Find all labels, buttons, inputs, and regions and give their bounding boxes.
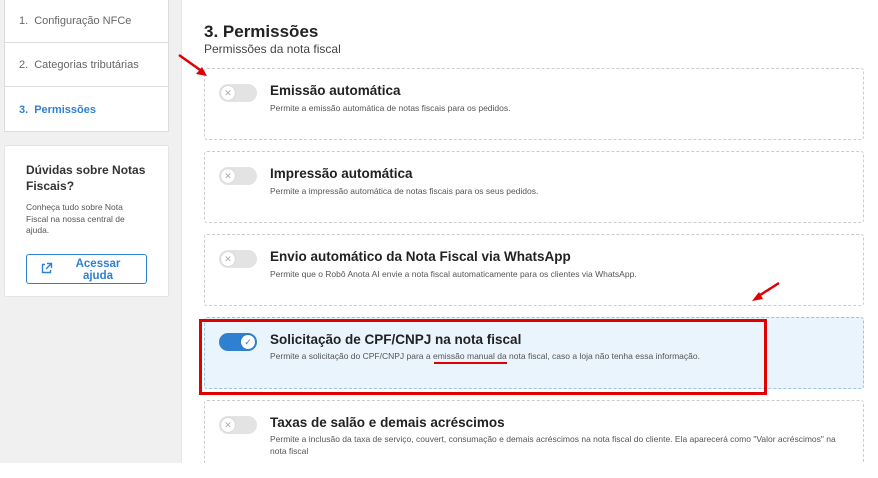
emissao-automatica-toggle[interactable]: ✕ [219,84,257,102]
external-link-icon [40,262,53,278]
permission-description: Permite a emissão automática de notas fi… [270,103,511,113]
red-arrow-icon [178,53,207,76]
envio-whatsapp-toggle[interactable]: ✕ [219,250,257,268]
solicitacao-cpf-cnpj-toggle[interactable]: ✓ [219,333,257,351]
permission-card-emissao-automatica: ✕ Emissão automática Permite a emissão a… [204,68,864,140]
access-help-label: Acessar ajuda [75,258,121,282]
bottom-strip [0,463,878,478]
help-card: Dúvidas sobre Notas Fiscais? Conheça tud… [4,145,169,297]
step-label: Categorias tributárias [34,59,139,71]
toggle-on-check-icon: ✓ [241,335,255,349]
permission-description: Permite a impressão automática de notas … [270,186,539,196]
description-after: da nota fiscal, caso a loja não tenha es… [494,351,700,361]
page-title: 3. Permissões [204,22,319,41]
steps-nav: 1. Configuração NFCe 2. Categorias tribu… [4,0,169,132]
permission-card-taxas-salao: ✕ Taxas de salão e demais acréscimos Per… [204,400,864,470]
page-subtitle: Permissões da nota fiscal [204,42,341,56]
toggle-off-icon: ✕ [221,169,235,183]
toggle-off-icon: ✕ [221,252,235,266]
permission-card-solicitacao-cpf-cnpj: ✓ Solicitação de CPF/CNPJ na nota fiscal… [204,317,864,389]
permission-title: Envio automático da Nota Fiscal via What… [270,249,571,264]
permission-description: Permite a solicitação do CPF/CNPJ para a… [270,350,850,362]
description-before: Permite a solicitação do CPF/CNPJ para a [270,351,433,361]
permission-title: Emissão automática [270,83,401,98]
step-number: 2. [19,59,29,71]
impressao-automatica-toggle[interactable]: ✕ [219,167,257,185]
toggle-off-icon: ✕ [221,86,235,100]
step-label: Permissões [34,103,96,116]
step-categorias-tributarias[interactable]: 2. Categorias tributárias [5,44,168,87]
main-panel: 3. Permissões Permissões da nota fiscal … [181,0,878,470]
step-number: 3. [19,103,29,116]
step-configuracao-nfce[interactable]: 1. Configuração NFCe [5,0,168,43]
permission-title: Solicitação de CPF/CNPJ na nota fiscal [270,332,522,347]
help-text: Conheça tudo sobre Nota Fiscal na nossa … [26,202,125,235]
toggle-off-icon: ✕ [221,418,235,432]
taxas-salao-toggle[interactable]: ✕ [219,416,257,434]
red-arrow-icon [752,281,780,301]
underline-annotation [434,362,507,364]
step-permissoes[interactable]: 3. Permissões [5,88,168,131]
permission-card-impressao-automatica: ✕ Impressão automática Permite a impress… [204,151,864,223]
step-number: 1. [19,15,29,27]
access-help-button[interactable]: Acessar ajuda [26,254,147,284]
app-frame: 1. Configuração NFCe 2. Categorias tribu… [0,0,878,470]
description-highlight: emissão manual [432,351,495,361]
step-label: Configuração NFCe [34,15,132,27]
permission-description: Permite que o Robô Anota AI envie a nota… [270,269,637,279]
help-title: Dúvidas sobre Notas Fiscais? [26,163,146,193]
permission-description: Permite a inclusão da taxa de serviço, c… [270,434,836,456]
permission-title: Impressão automática [270,166,413,181]
permission-title: Taxas de salão e demais acréscimos [270,415,505,430]
